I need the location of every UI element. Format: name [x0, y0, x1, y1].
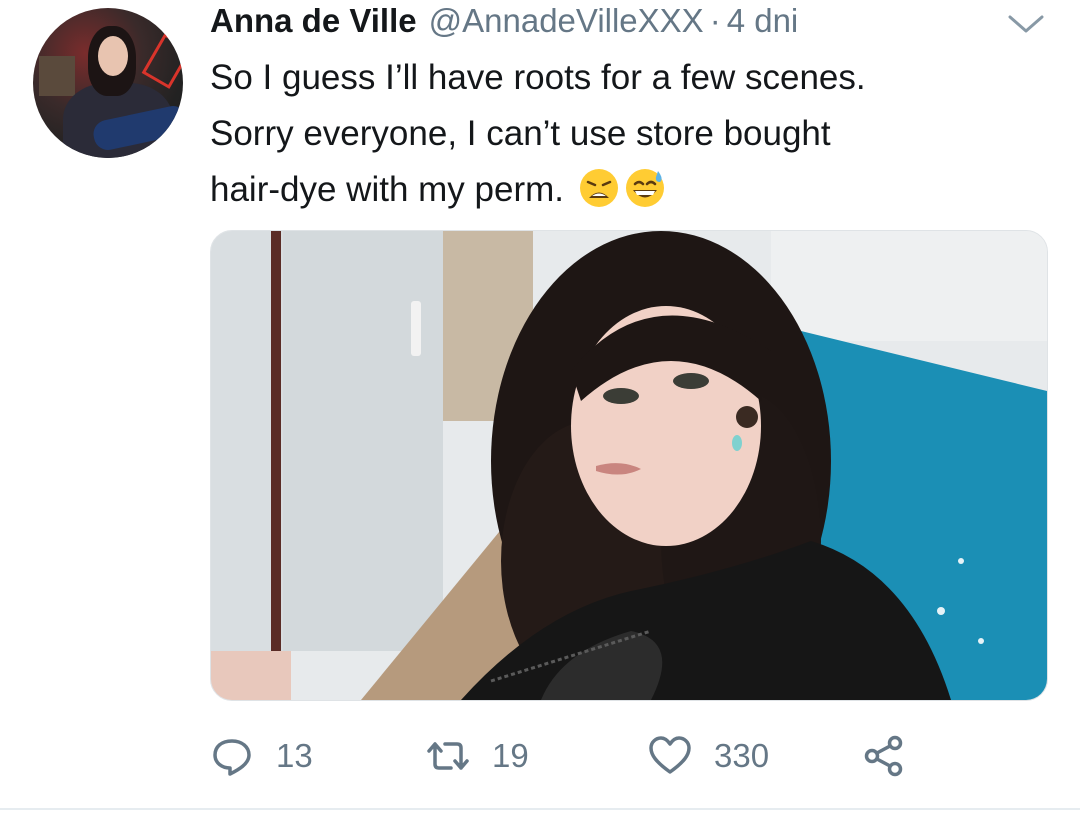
grinning-face-with-sweat-emoji: [625, 169, 664, 207]
tweet-text-line: So I guess I’ll have roots for a few sce…: [210, 58, 866, 97]
avatar-neon-sign: [141, 33, 183, 89]
reply-action[interactable]: 13: [210, 728, 313, 784]
heart-icon: [649, 736, 691, 774]
tweet-text-line: hair-dye with my perm.: [210, 170, 564, 209]
weary-face-emoji: [579, 169, 618, 207]
share-action[interactable]: [862, 728, 906, 784]
like-count: 330: [714, 737, 770, 774]
share-icon: [864, 735, 903, 777]
photo-content: [211, 231, 1047, 700]
tweet-text-line: Sorry everyone, I can’t use store bought: [210, 114, 831, 153]
reply-count: 13: [276, 737, 313, 774]
author-avatar[interactable]: [33, 8, 183, 158]
retweet-action[interactable]: 19: [426, 728, 529, 784]
like-action[interactable]: 330: [648, 728, 769, 784]
tweet-timestamp[interactable]: 4 dni: [727, 2, 799, 40]
tweet-photo[interactable]: [210, 230, 1048, 701]
avatar-amp: [39, 56, 75, 96]
header-separator: ·: [709, 2, 721, 39]
avatar-face: [98, 36, 128, 76]
retweet-count: 19: [492, 737, 529, 774]
tweet-text-line-with-emoji: hair-dye with my perm.: [210, 162, 1030, 218]
tweet-header: Anna de Ville @AnnadeVilleXXX · 4 dni: [210, 2, 798, 48]
reply-icon: [213, 739, 251, 776]
tweet-text: So I guess I’ll have roots for a few sce…: [210, 50, 1030, 218]
chevron-down-icon[interactable]: [1004, 12, 1048, 36]
tweet-divider: [0, 808, 1080, 810]
author-handle[interactable]: @AnnadeVilleXXX: [429, 2, 704, 40]
author-name[interactable]: Anna de Ville: [210, 2, 417, 40]
retweet-icon: [427, 742, 469, 770]
